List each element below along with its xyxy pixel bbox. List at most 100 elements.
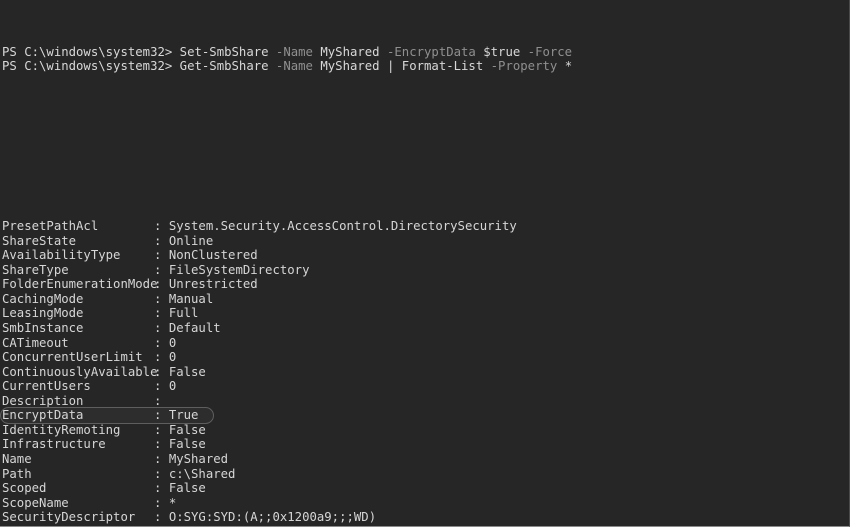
property-value: False bbox=[168, 422, 206, 437]
command-argument: $true bbox=[475, 44, 521, 59]
property-value: O:SYG:SYD:(A;;0x1200a9;;;WD) bbox=[168, 510, 377, 525]
property-separator: : bbox=[154, 495, 169, 510]
property-row-highlighted: EncryptData: True bbox=[0, 406, 849, 424]
property-separator: : bbox=[154, 393, 169, 408]
property-name: Infrastructure bbox=[2, 437, 106, 452]
property-separator: : bbox=[154, 437, 169, 452]
command-parameter: -Force bbox=[520, 44, 573, 59]
property-name: Name bbox=[2, 451, 32, 466]
command-line[interactable]: PS C:\windows\system32> Set-SmbShare -Na… bbox=[2, 45, 849, 60]
property-name: CATimeout bbox=[2, 335, 69, 350]
property-name: LeasingMode bbox=[2, 306, 84, 321]
property-name: AvailabilityType bbox=[2, 248, 121, 263]
property-row: AvailabilityType: NonClustered bbox=[2, 248, 849, 263]
property-name: CurrentUsers bbox=[2, 379, 91, 394]
property-name: SmbInstance bbox=[2, 321, 84, 336]
property-row: Name: MyShared bbox=[2, 452, 849, 467]
command-argument: * bbox=[557, 59, 573, 74]
command-parameter: -Name bbox=[268, 59, 313, 74]
command-argument: MyShared bbox=[312, 59, 380, 74]
powershell-terminal-window[interactable]: PS C:\windows\system32> Set-SmbShare -Na… bbox=[0, 0, 850, 527]
property-value: Full bbox=[168, 306, 199, 321]
command-parameter: -Name bbox=[268, 44, 313, 59]
property-value: FileSystemDirectory bbox=[168, 262, 310, 277]
property-row: ShareState: Online bbox=[2, 234, 849, 249]
property-row: FolderEnumerationMode: Unrestricted bbox=[2, 277, 849, 292]
property-value: 0 bbox=[168, 335, 177, 350]
property-value: Online bbox=[168, 233, 214, 248]
property-separator: : bbox=[154, 306, 169, 321]
property-name: FolderEnumerationMode bbox=[2, 277, 158, 292]
property-value: c:\Shared bbox=[168, 466, 236, 481]
property-row: SmbInstance: Default bbox=[2, 321, 849, 336]
property-name: ContinuouslyAvailable bbox=[2, 364, 158, 379]
property-separator: : bbox=[154, 233, 169, 248]
property-value: 0 bbox=[168, 379, 177, 394]
property-name: EncryptData bbox=[2, 408, 84, 423]
cmdlet-name: Get-SmbShare bbox=[172, 59, 269, 74]
property-row: CachingMode: Manual bbox=[2, 292, 849, 307]
command-argument: MyShared bbox=[312, 44, 380, 59]
property-name: ShareType bbox=[2, 262, 69, 277]
property-value: False bbox=[168, 481, 206, 496]
property-name: SecurityDescriptor bbox=[2, 510, 136, 525]
property-value: NonClustered bbox=[168, 248, 258, 263]
property-separator: : bbox=[154, 335, 169, 350]
property-name: Description bbox=[2, 393, 84, 408]
property-separator: : bbox=[154, 291, 169, 306]
property-value: MyShared bbox=[168, 451, 229, 466]
property-separator: : bbox=[154, 364, 169, 379]
property-separator: : bbox=[154, 277, 169, 292]
property-separator: : bbox=[154, 466, 169, 481]
property-row: ContinuouslyAvailable: False bbox=[2, 365, 849, 380]
property-value: True bbox=[168, 408, 199, 423]
property-row: SecurityDescriptor: O:SYG:SYD:(A;;0x1200… bbox=[2, 510, 849, 525]
property-separator: : bbox=[154, 379, 169, 394]
property-value: System.Security.AccessControl.DirectoryS… bbox=[168, 219, 517, 234]
property-separator: : bbox=[154, 408, 169, 423]
property-separator: : bbox=[154, 262, 169, 277]
prompt-text: PS C:\windows\system32> bbox=[2, 44, 173, 59]
property-value: False bbox=[168, 437, 206, 452]
property-value: * bbox=[168, 495, 177, 510]
property-name: Scoped bbox=[2, 481, 47, 496]
property-separator: : bbox=[154, 350, 169, 365]
property-separator: : bbox=[154, 422, 169, 437]
property-row: CurrentUsers: 0 bbox=[2, 379, 849, 394]
property-row: Scoped: False bbox=[2, 481, 849, 496]
property-row: ConcurrentUserLimit: 0 bbox=[2, 350, 849, 365]
command-parameter: -EncryptData bbox=[379, 44, 476, 59]
property-row: LeasingMode: Full bbox=[2, 306, 849, 321]
property-name: ScopeName bbox=[2, 495, 69, 510]
property-value: 0 bbox=[168, 350, 177, 365]
property-row: Infrastructure: False bbox=[2, 437, 849, 452]
property-separator: : bbox=[154, 510, 169, 525]
property-separator: : bbox=[154, 451, 169, 466]
property-row: ScopeName: * bbox=[2, 496, 849, 511]
property-name: CachingMode bbox=[2, 291, 84, 306]
property-row: ShareType: FileSystemDirectory bbox=[2, 263, 849, 278]
property-separator: : bbox=[154, 248, 169, 263]
property-row: PresetPathAcl: System.Security.AccessCon… bbox=[2, 219, 849, 234]
command-history: PS C:\windows\system32> Set-SmbShare -Na… bbox=[2, 45, 849, 74]
property-name: PresetPathAcl bbox=[2, 219, 99, 234]
command-argument: | Format-List bbox=[379, 59, 484, 74]
property-separator: : bbox=[154, 321, 169, 336]
property-value: Manual bbox=[168, 291, 214, 306]
property-name: Path bbox=[2, 466, 32, 481]
property-value: Default bbox=[168, 321, 221, 336]
property-separator: : bbox=[154, 219, 169, 234]
property-value: False bbox=[168, 364, 206, 379]
terminal-screen[interactable]: PS C:\windows\system32> Set-SmbShare -Na… bbox=[0, 1, 849, 526]
property-value: Unrestricted bbox=[168, 277, 258, 292]
command-line[interactable]: PS C:\windows\system32> Get-SmbShare -Na… bbox=[2, 59, 849, 74]
property-row: CATimeout: 0 bbox=[2, 336, 849, 351]
property-row: Description: bbox=[2, 394, 849, 409]
property-row: IdentityRemoting: False bbox=[2, 423, 849, 438]
command-parameter: -Property bbox=[483, 59, 558, 74]
property-name: ConcurrentUserLimit bbox=[2, 350, 143, 365]
property-name: IdentityRemoting bbox=[2, 422, 121, 437]
property-row: Path: c:\Shared bbox=[2, 467, 849, 482]
